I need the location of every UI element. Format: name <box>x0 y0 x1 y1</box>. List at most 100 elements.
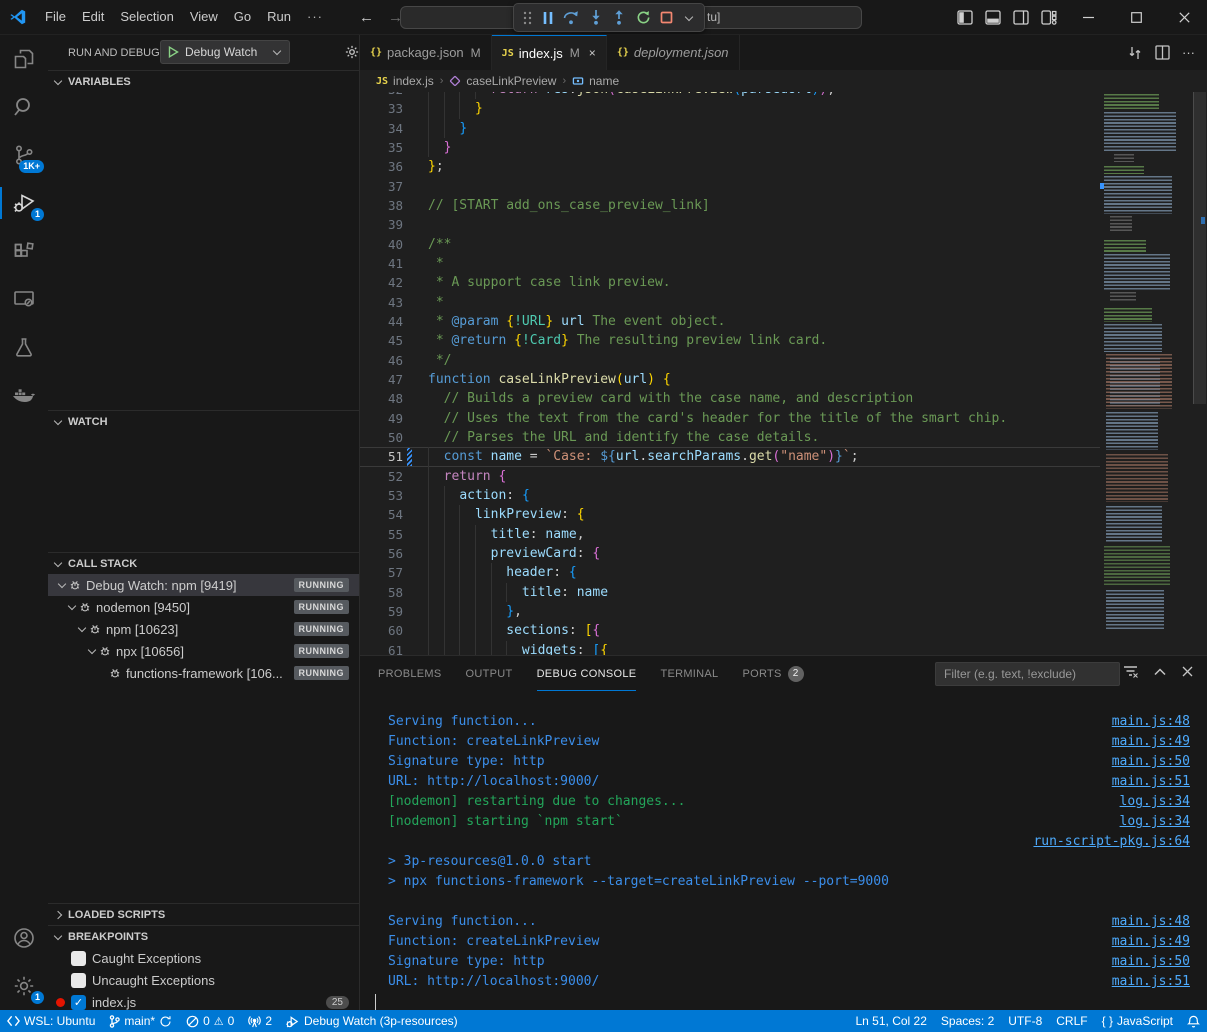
debug-session-indicator[interactable]: Debug Watch (3p-resources) <box>279 1010 465 1032</box>
call-stack-row[interactable]: nodemon [9450]RUNNING <box>48 596 359 618</box>
line-number[interactable]: 40 <box>360 235 403 254</box>
source-link[interactable]: main.js:50 <box>1112 952 1190 972</box>
customize-layout-icon[interactable] <box>1035 5 1063 31</box>
line-number[interactable]: 42 <box>360 273 403 292</box>
step-over-icon[interactable] <box>563 10 579 25</box>
source-link[interactable]: main.js:50 <box>1112 752 1190 772</box>
code-line[interactable]: 37 <box>360 177 1100 196</box>
breakpoint-row[interactable]: Uncaught Exceptions <box>48 969 359 991</box>
pause-icon[interactable] <box>542 11 554 25</box>
line-number[interactable]: 45 <box>360 331 403 350</box>
close-window-button[interactable] <box>1161 0 1207 35</box>
source-link[interactable]: log.js:34 <box>1120 812 1190 832</box>
code-line[interactable]: 34 } <box>360 119 1100 138</box>
breakpoint-checkbox[interactable] <box>71 951 86 966</box>
filter-icon[interactable] <box>1123 665 1138 678</box>
sidebar-item-remote-explorer[interactable] <box>0 275 48 323</box>
line-number[interactable]: 61 <box>360 641 403 655</box>
code-line[interactable]: 40/** <box>360 235 1100 254</box>
line-number[interactable]: 36 <box>360 157 403 176</box>
line-number[interactable]: 35 <box>360 138 403 157</box>
tab-deployment-json[interactable]: {} deployment.json <box>607 35 740 70</box>
line-number[interactable]: 54 <box>360 505 403 524</box>
tab-package-json[interactable]: {} package.json M <box>360 35 492 70</box>
stop-icon[interactable] <box>660 11 673 24</box>
line-number[interactable]: 47 <box>360 370 403 389</box>
restart-icon[interactable] <box>636 10 651 25</box>
drag-grip-icon[interactable] <box>523 11 532 25</box>
code-line[interactable]: 46 */ <box>360 351 1100 370</box>
call-stack-row[interactable]: npm [10623]RUNNING <box>48 618 359 640</box>
line-number[interactable]: 39 <box>360 215 403 234</box>
sidebar-item-source-control[interactable]: 1K+ <box>0 131 48 179</box>
line-number[interactable]: 37 <box>360 177 403 196</box>
tab-output[interactable]: OUTPUT <box>466 656 513 691</box>
menu-file[interactable]: File <box>37 6 74 28</box>
line-number[interactable]: 49 <box>360 409 403 428</box>
breakpoint-checkbox[interactable] <box>71 973 86 988</box>
line-number[interactable]: 60 <box>360 621 403 640</box>
scrollbar-slider[interactable] <box>1193 92 1206 404</box>
breadcrumb[interactable]: JS index.js › caseLinkPreview › name <box>360 70 1207 92</box>
code-line[interactable]: 54 linkPreview: { <box>360 505 1100 524</box>
code-line[interactable]: 36}; <box>360 157 1100 176</box>
code-line[interactable]: 52 return { <box>360 467 1100 486</box>
nav-back-icon[interactable]: ← <box>359 9 374 26</box>
toggle-secondary-sidebar-icon[interactable] <box>1007 5 1035 31</box>
console-filter-input[interactable]: Filter (e.g. text, !exclude) <box>935 662 1120 686</box>
source-link[interactable]: main.js:48 <box>1112 712 1190 732</box>
code-line[interactable]: 39 <box>360 215 1100 234</box>
section-variables[interactable]: VARIABLES <box>48 70 359 92</box>
line-number[interactable]: 57 <box>360 563 403 582</box>
line-number[interactable]: 52 <box>360 467 403 486</box>
sidebar-item-explorer[interactable] <box>0 35 48 83</box>
menu-run[interactable]: Run <box>259 6 299 28</box>
line-number[interactable]: 48 <box>360 389 403 408</box>
menu-edit[interactable]: Edit <box>74 6 112 28</box>
sidebar-item-run-and-debug[interactable]: 1 <box>0 179 48 227</box>
tab-terminal[interactable]: TERMINAL <box>660 656 718 691</box>
sidebar-item-testing[interactable] <box>0 323 48 371</box>
code-line[interactable]: 33 } <box>360 99 1100 118</box>
breakpoint-row[interactable]: Caught Exceptions <box>48 947 359 969</box>
sidebar-item-extensions[interactable] <box>0 227 48 275</box>
line-number[interactable]: 51 <box>360 447 403 466</box>
code-line[interactable]: 32 return res.json(caseLinkPreview(parse… <box>360 92 1100 99</box>
menu-overflow[interactable]: ··· <box>299 6 331 28</box>
language-mode[interactable]: { } JavaScript <box>1095 1010 1180 1032</box>
line-number[interactable]: 58 <box>360 583 403 602</box>
code-line[interactable]: 42 * A support case link preview. <box>360 273 1100 292</box>
code-line[interactable]: 50 // Parses the URL and identify the ca… <box>360 428 1100 447</box>
editor-scrollbar[interactable] <box>1192 92 1207 655</box>
notifications-bell-icon[interactable] <box>1180 1010 1207 1032</box>
source-link[interactable]: main.js:49 <box>1112 932 1190 952</box>
line-number[interactable]: 55 <box>360 525 403 544</box>
eol-sequence[interactable]: CRLF <box>1049 1010 1094 1032</box>
tab-index-js[interactable]: JS index.js M × <box>492 35 607 70</box>
source-link[interactable]: main.js:51 <box>1112 772 1190 792</box>
section-loaded-scripts[interactable]: LOADED SCRIPTS <box>48 903 359 925</box>
console-prompt-icon[interactable] <box>372 994 379 1009</box>
code-line[interactable]: 47function caseLinkPreview(url) { <box>360 370 1100 389</box>
line-number[interactable]: 59 <box>360 602 403 621</box>
code-line[interactable]: 59 }, <box>360 602 1100 621</box>
code-line[interactable]: 35 } <box>360 138 1100 157</box>
cursor-position[interactable]: Ln 51, Col 22 <box>849 1010 934 1032</box>
section-breakpoints[interactable]: BREAKPOINTS <box>48 925 359 947</box>
launch-config-dropdown[interactable]: Debug Watch <box>160 40 290 64</box>
source-link[interactable]: main.js:49 <box>1112 732 1190 752</box>
tab-problems[interactable]: PROBLEMS <box>378 656 442 691</box>
code-line[interactable]: 55 title: name, <box>360 525 1100 544</box>
code-line[interactable]: 53 action: { <box>360 486 1100 505</box>
code-line[interactable]: 43 * <box>360 293 1100 312</box>
remote-indicator[interactable]: WSL: Ubuntu <box>0 1010 102 1032</box>
code-line[interactable]: 51 const name = `Case: ${url.searchParam… <box>360 447 1100 466</box>
close-tab-icon[interactable]: × <box>589 46 596 60</box>
step-out-icon[interactable] <box>612 10 626 25</box>
open-changes-icon[interactable] <box>1127 45 1143 61</box>
forwarded-ports-indicator[interactable]: 2 <box>241 1010 279 1032</box>
call-stack-row[interactable]: npx [10656]RUNNING <box>48 640 359 662</box>
code-line[interactable]: 56 previewCard: { <box>360 544 1100 563</box>
problems-indicator[interactable]: 0 ⚠ 0 <box>179 1010 241 1032</box>
maximize-button[interactable] <box>1113 0 1159 35</box>
